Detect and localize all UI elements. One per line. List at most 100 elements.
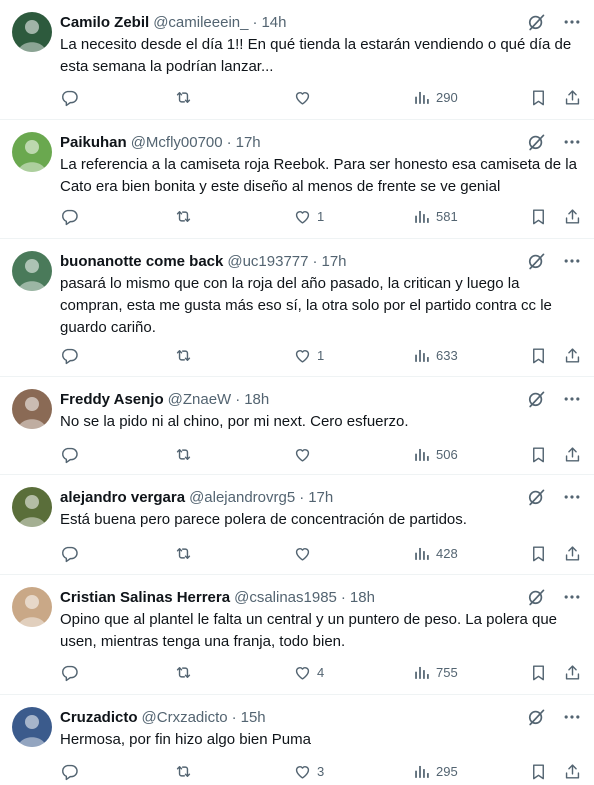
bookmark-icon bbox=[533, 664, 544, 680]
display-name[interactable]: buonanotte come back bbox=[60, 253, 223, 270]
grok-icon[interactable] bbox=[526, 587, 546, 607]
grok-icon[interactable] bbox=[526, 251, 546, 271]
bookmark-button[interactable] bbox=[529, 85, 548, 109]
tweet[interactable]: alejandro vergara @alejandrovrg5 · 17h E… bbox=[0, 475, 594, 575]
tweet-text: Opino que al plantel le falta un central… bbox=[60, 611, 558, 650]
more-icon[interactable] bbox=[562, 707, 582, 727]
timestamp[interactable]: 18h bbox=[350, 589, 375, 606]
user-handle[interactable]: @alejandrovrg5 bbox=[189, 489, 295, 506]
tweet-header-icons bbox=[526, 389, 582, 409]
display-name[interactable]: Freddy Asenjo bbox=[60, 391, 164, 408]
views-button[interactable]: 290 bbox=[412, 85, 458, 109]
reply-button[interactable] bbox=[60, 541, 84, 565]
tweet-text: No se la pido ni al chino, por mi next. … bbox=[60, 413, 409, 430]
avatar[interactable] bbox=[12, 487, 52, 527]
retweet-button[interactable] bbox=[174, 85, 198, 109]
grok-icon[interactable] bbox=[526, 707, 546, 727]
reply-button[interactable] bbox=[60, 204, 84, 228]
timestamp[interactable]: 17h bbox=[308, 489, 333, 506]
more-icon[interactable] bbox=[562, 587, 582, 607]
share-button[interactable] bbox=[563, 660, 582, 684]
bookmark-button[interactable] bbox=[529, 343, 548, 367]
tweet[interactable]: Camilo Zebil @camileeein_ · 14h La neces… bbox=[0, 0, 594, 120]
more-icon[interactable] bbox=[562, 251, 582, 271]
user-handle[interactable]: @csalinas1985 bbox=[234, 589, 337, 606]
like-button[interactable]: 4 bbox=[293, 660, 324, 684]
user-handle[interactable]: @uc193777 bbox=[227, 253, 308, 270]
timestamp[interactable]: 14h bbox=[261, 14, 286, 31]
avatar[interactable] bbox=[12, 132, 52, 172]
display-name[interactable]: Cruzadicto bbox=[60, 709, 138, 726]
retweet-icon bbox=[176, 547, 191, 559]
timestamp[interactable]: 17h bbox=[236, 134, 261, 151]
retweet-button[interactable] bbox=[174, 204, 198, 228]
like-count: 3 bbox=[317, 763, 325, 779]
more-icon[interactable] bbox=[562, 389, 582, 409]
grok-icon[interactable] bbox=[526, 132, 546, 152]
grok-icon[interactable] bbox=[526, 389, 546, 409]
reply-button[interactable] bbox=[60, 442, 84, 466]
retweet-button[interactable] bbox=[174, 442, 198, 466]
more-icon[interactable] bbox=[562, 132, 582, 152]
tweet[interactable]: Paikuhan @Mcfly00700 · 17h La referencia… bbox=[0, 120, 594, 239]
views-button[interactable]: 581 bbox=[412, 204, 458, 228]
retweet-button[interactable] bbox=[174, 343, 198, 367]
views-button[interactable]: 428 bbox=[412, 541, 458, 565]
user-handle[interactable]: @Crxzadicto bbox=[142, 709, 228, 726]
display-name[interactable]: Paikuhan bbox=[60, 134, 127, 151]
timestamp[interactable]: 18h bbox=[244, 391, 269, 408]
like-button[interactable] bbox=[293, 541, 317, 565]
avatar[interactable] bbox=[12, 707, 52, 747]
tweet[interactable]: buonanotte come back @uc193777 · 17h pas… bbox=[0, 239, 594, 377]
share-button[interactable] bbox=[563, 204, 582, 228]
grok-icon[interactable] bbox=[526, 487, 546, 507]
tweet[interactable]: Cristian Salinas Herrera @csalinas1985 ·… bbox=[0, 575, 594, 695]
more-icon[interactable] bbox=[562, 487, 582, 507]
timestamp[interactable]: 17h bbox=[321, 253, 346, 270]
tweet[interactable]: Freddy Asenjo @ZnaeW · 18h No se la pido… bbox=[0, 377, 594, 475]
display-name[interactable]: Camilo Zebil bbox=[60, 14, 149, 31]
reply-button[interactable] bbox=[60, 759, 84, 783]
like-button[interactable] bbox=[293, 85, 317, 109]
bookmark-button[interactable] bbox=[529, 204, 548, 228]
avatar[interactable] bbox=[12, 251, 52, 291]
like-button[interactable] bbox=[293, 442, 317, 466]
display-name[interactable]: Cristian Salinas Herrera bbox=[60, 589, 230, 606]
views-icon bbox=[415, 765, 429, 778]
views-button[interactable]: 633 bbox=[412, 343, 458, 367]
avatar[interactable] bbox=[12, 12, 52, 52]
views-button[interactable]: 755 bbox=[412, 660, 458, 684]
views-button[interactable]: 295 bbox=[412, 759, 458, 783]
reply-button[interactable] bbox=[60, 343, 84, 367]
share-button[interactable] bbox=[563, 541, 582, 565]
share-button[interactable] bbox=[563, 759, 582, 783]
display-name[interactable]: alejandro vergara bbox=[60, 489, 185, 506]
tweet[interactable]: Cruzadicto @Crxzadicto · 15h Hermosa, po… bbox=[0, 695, 594, 785]
bookmark-button[interactable] bbox=[529, 660, 548, 684]
retweet-button[interactable] bbox=[174, 759, 198, 783]
user-handle[interactable]: @camileeein_ bbox=[153, 14, 248, 31]
reply-button[interactable] bbox=[60, 660, 84, 684]
reply-button[interactable] bbox=[60, 85, 84, 109]
tweet-actions: 290 bbox=[60, 85, 582, 109]
bookmark-button[interactable] bbox=[529, 541, 548, 565]
views-button[interactable]: 506 bbox=[412, 442, 458, 466]
like-button[interactable]: 3 bbox=[293, 759, 324, 783]
like-button[interactable]: 1 bbox=[293, 343, 324, 367]
timestamp[interactable]: 15h bbox=[241, 709, 266, 726]
retweet-button[interactable] bbox=[174, 541, 198, 565]
like-button[interactable]: 1 bbox=[293, 204, 324, 228]
bookmark-button[interactable] bbox=[529, 759, 548, 783]
user-handle[interactable]: @Mcfly00700 bbox=[131, 134, 223, 151]
bookmark-icon bbox=[533, 545, 544, 561]
avatar[interactable] bbox=[12, 587, 52, 627]
user-handle[interactable]: @ZnaeW bbox=[168, 391, 232, 408]
grok-icon[interactable] bbox=[526, 12, 546, 32]
bookmark-button[interactable] bbox=[529, 442, 548, 466]
more-icon[interactable] bbox=[562, 12, 582, 32]
share-button[interactable] bbox=[563, 343, 582, 367]
avatar[interactable] bbox=[12, 389, 52, 429]
share-button[interactable] bbox=[563, 85, 582, 109]
retweet-button[interactable] bbox=[174, 660, 198, 684]
share-button[interactable] bbox=[563, 442, 582, 466]
